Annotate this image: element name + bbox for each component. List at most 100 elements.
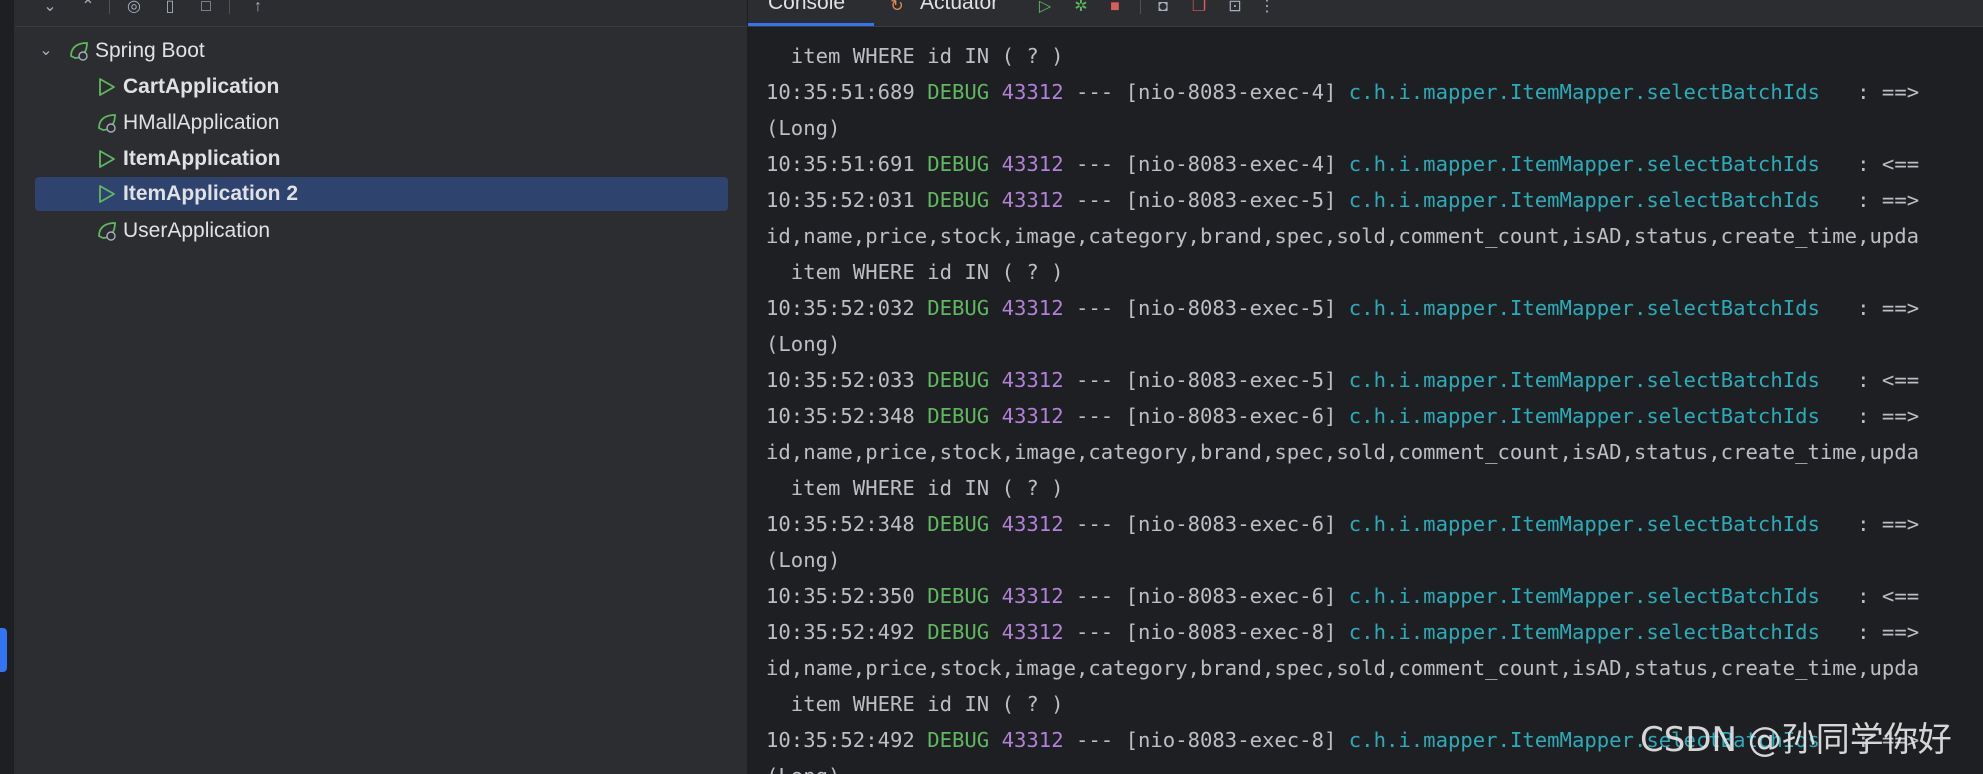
show-running-icon[interactable]: ◎ — [123, 0, 145, 18]
log-logger-name[interactable]: c.h.i.mapper.ItemMapper.selectBatchIds — [1349, 512, 1820, 536]
log-level: DEBUG — [927, 368, 990, 392]
log-pid: 43312 — [1001, 728, 1064, 752]
log-logger-name[interactable]: c.h.i.mapper.ItemMapper.selectBatchIds — [1349, 296, 1820, 320]
log-pid: 43312 — [1001, 152, 1064, 176]
log-text: (Long) — [766, 332, 841, 356]
log-text: item WHERE id IN ( ? ) — [766, 476, 1064, 500]
tree-item-hmall-application[interactable]: HMallApplication — [15, 106, 747, 140]
log-level: DEBUG — [927, 584, 990, 608]
run-triangle-icon — [95, 177, 119, 211]
log-thread: --- [nio-8083-exec-8] — [1063, 728, 1349, 752]
log-message: : ==> — [1819, 512, 1920, 536]
spring-boot-leaf-icon — [95, 214, 119, 248]
log-continuation-line: (Long) — [766, 110, 1919, 146]
log-thread: --- [nio-8083-exec-5] — [1063, 296, 1349, 320]
new-service-icon[interactable]: □ — [195, 0, 217, 18]
log-pid: 43312 — [1001, 404, 1064, 428]
log-continuation-line: (Long) — [766, 542, 1919, 578]
log-thread: --- [nio-8083-exec-8] — [1063, 620, 1349, 644]
log-timestamp: 10:35:52:031 — [766, 188, 915, 212]
run-triangle-icon — [95, 142, 119, 176]
log-thread: --- [nio-8083-exec-6] — [1063, 404, 1349, 428]
log-thread: --- [nio-8083-exec-6] — [1063, 512, 1349, 536]
export-icon[interactable]: ⊡ — [1224, 0, 1246, 18]
log-continuation-line: item WHERE id IN ( ? ) — [766, 38, 1919, 74]
log-message: : <== — [1819, 368, 1920, 392]
more-options-icon[interactable]: ⋮ — [1256, 0, 1278, 18]
group-by-icon[interactable]: ▯ — [159, 0, 181, 18]
log-logger-name[interactable]: c.h.i.mapper.ItemMapper.selectBatchIds — [1349, 404, 1820, 428]
log-text: id,name,price,stock,image,category,brand… — [766, 440, 1920, 464]
log-level: DEBUG — [927, 728, 990, 752]
log-text: id,name,price,stock,image,category,brand… — [766, 224, 1920, 248]
console-log-output[interactable]: item WHERE id IN ( ? ) 10:35:51:689 DEBUG… — [766, 38, 1919, 774]
log-line: 10:35:52:348 DEBUG 43312 --- [nio-8083-e… — [766, 506, 1919, 542]
log-text: (Long) — [766, 116, 841, 140]
log-level: DEBUG — [927, 620, 990, 644]
add-service-icon[interactable]: ↑ — [247, 0, 269, 18]
log-timestamp: 10:35:52:492 — [766, 620, 915, 644]
log-logger-name[interactable]: c.h.i.mapper.ItemMapper.selectBatchIds — [1349, 620, 1820, 644]
tree-item-label: ItemApplication 2 — [123, 182, 299, 205]
log-continuation-line: id,name,price,stock,image,category,brand… — [766, 218, 1919, 254]
expand-all-icon[interactable]: ⌄ — [39, 0, 61, 18]
tree-node-spring-boot[interactable]: ⌄ Spring Boot — [15, 34, 747, 68]
log-thread: --- [nio-8083-exec-5] — [1063, 188, 1349, 212]
chevron-down-icon[interactable]: ⌄ — [36, 34, 56, 68]
log-timestamp: 10:35:52:033 — [766, 368, 915, 392]
services-panel: ⌄ ⌃ ◎ ▯ □ ↑ ⌄ Spring Boot CartApplicatio… — [15, 0, 748, 774]
tab-actuator[interactable]: Actuator — [920, 0, 998, 16]
console-tabbar: Console ↻ Actuator ▷ ✲ ■ ◘ ❐ ⊡ ⋮ — [748, 0, 1983, 27]
active-tool-indicator[interactable] — [0, 628, 7, 672]
left-tool-gutter — [0, 0, 15, 774]
rerun-icon[interactable]: ▷ — [1034, 0, 1056, 18]
actuator-icon: ↻ — [890, 0, 904, 15]
services-toolbar: ⌄ ⌃ ◎ ▯ □ ↑ — [15, 0, 747, 27]
log-logger-name[interactable]: c.h.i.mapper.ItemMapper.selectBatchIds — [1349, 188, 1820, 212]
tree-item-item-application[interactable]: ItemApplication — [15, 142, 747, 176]
log-line: 10:35:51:689 DEBUG 43312 --- [nio-8083-e… — [766, 74, 1919, 110]
tab-console[interactable]: Console — [768, 0, 845, 16]
log-thread: --- [nio-8083-exec-4] — [1063, 80, 1349, 104]
log-logger-name[interactable]: c.h.i.mapper.ItemMapper.selectBatchIds — [1349, 152, 1820, 176]
tree-item-label: CartApplication — [123, 75, 280, 98]
log-pid: 43312 — [1001, 188, 1064, 212]
log-line: 10:35:52:033 DEBUG 43312 --- [nio-8083-e… — [766, 362, 1919, 398]
log-continuation-line: id,name,price,stock,image,category,brand… — [766, 650, 1919, 686]
log-pid: 43312 — [1001, 620, 1064, 644]
log-thread: --- [nio-8083-exec-4] — [1063, 152, 1349, 176]
log-text: item WHERE id IN ( ? ) — [766, 692, 1064, 716]
tree-item-item-application-2[interactable]: ItemApplication 2 — [35, 177, 728, 211]
stop-icon[interactable]: ■ — [1104, 0, 1126, 18]
log-thread: --- [nio-8083-exec-5] — [1063, 368, 1349, 392]
log-pid: 43312 — [1001, 296, 1064, 320]
debug-icon[interactable]: ✲ — [1070, 0, 1092, 18]
log-timestamp: 10:35:51:691 — [766, 152, 915, 176]
csdn-watermark: CSDN @孙同学你好 — [1640, 720, 1952, 760]
log-pid: 43312 — [1001, 584, 1064, 608]
log-logger-name[interactable]: c.h.i.mapper.ItemMapper.selectBatchIds — [1349, 584, 1820, 608]
log-message: : <== — [1819, 152, 1920, 176]
log-line: 10:35:52:492 DEBUG 43312 --- [nio-8083-e… — [766, 614, 1919, 650]
restore-layout-icon[interactable]: ❐ — [1188, 0, 1210, 18]
tree-item-cart-application[interactable]: CartApplication — [15, 70, 747, 104]
log-timestamp: 10:35:52:032 — [766, 296, 915, 320]
collapse-all-icon[interactable]: ⌃ — [77, 0, 99, 18]
log-level: DEBUG — [927, 80, 990, 104]
log-timestamp: 10:35:51:689 — [766, 80, 915, 104]
log-text: (Long) — [766, 548, 841, 572]
log-line: 10:35:52:032 DEBUG 43312 --- [nio-8083-e… — [766, 290, 1919, 326]
log-message: : ==> — [1819, 296, 1920, 320]
log-continuation-line: item WHERE id IN ( ? ) — [766, 254, 1919, 290]
toolbar-separator — [229, 0, 230, 14]
log-level: DEBUG — [927, 404, 990, 428]
log-logger-name[interactable]: c.h.i.mapper.ItemMapper.selectBatchIds — [1349, 368, 1820, 392]
log-line: 10:35:52:031 DEBUG 43312 --- [nio-8083-e… — [766, 182, 1919, 218]
log-pid: 43312 — [1001, 368, 1064, 392]
tree-item-label: ItemApplication — [123, 147, 281, 170]
log-level: DEBUG — [927, 296, 990, 320]
tree-item-user-application[interactable]: UserApplication — [15, 214, 747, 248]
log-timestamp: 10:35:52:350 — [766, 584, 915, 608]
screenshot-icon[interactable]: ◘ — [1152, 0, 1174, 18]
log-logger-name[interactable]: c.h.i.mapper.ItemMapper.selectBatchIds — [1349, 80, 1820, 104]
